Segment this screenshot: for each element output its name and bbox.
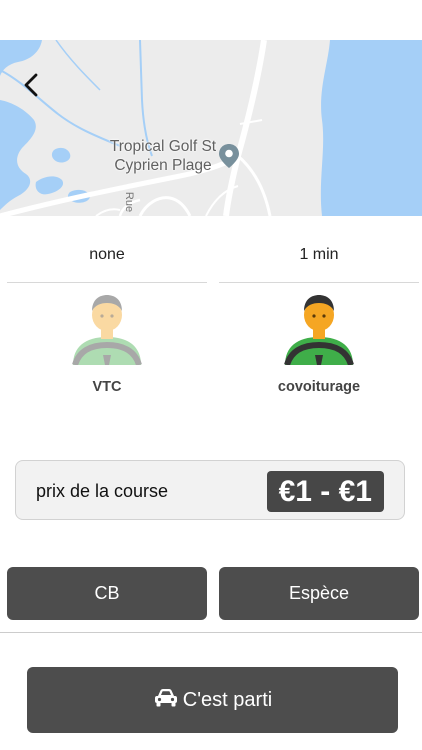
option-divider bbox=[219, 282, 419, 283]
place-label-line-2: Cyprien Plage bbox=[114, 157, 212, 174]
pay-cash-button[interactable]: Espèce bbox=[219, 567, 419, 620]
price-panel: prix de la course €1 - €1 bbox=[15, 460, 405, 520]
price-value-badge: €1 - €1 bbox=[266, 471, 384, 512]
option-label: covoiturage bbox=[277, 379, 361, 395]
section-divider bbox=[0, 632, 422, 633]
confirm-label: C'est parti bbox=[182, 688, 273, 711]
price-label: prix de la course bbox=[36, 481, 169, 501]
confirm-ride-button[interactable]: C'est parti bbox=[27, 667, 398, 733]
street-label: Rue bbox=[123, 191, 136, 213]
ride-option-covoiturage[interactable]: 1 min covoiturage bbox=[219, 232, 419, 395]
map-place-label: Tropical Golf St Cyprien Plage bbox=[98, 137, 228, 175]
car-icon bbox=[154, 689, 177, 707]
map-pin-icon bbox=[219, 144, 239, 168]
option-eta: 1 min bbox=[299, 246, 339, 263]
status-bar bbox=[0, 0, 422, 40]
place-label-line-1: Tropical Golf St bbox=[109, 138, 217, 155]
pay-cb-button[interactable]: CB bbox=[7, 567, 207, 620]
option-eta: none bbox=[89, 246, 125, 263]
back-arrow-icon[interactable] bbox=[14, 68, 48, 102]
option-label: VTC bbox=[92, 379, 122, 395]
option-divider bbox=[7, 282, 207, 283]
map-graphic bbox=[0, 40, 422, 216]
ride-option-vtc[interactable]: none VTC bbox=[7, 232, 207, 395]
driver-avatar-icon bbox=[284, 295, 354, 365]
driver-avatar-icon bbox=[72, 295, 142, 365]
map-view[interactable] bbox=[0, 40, 422, 216]
